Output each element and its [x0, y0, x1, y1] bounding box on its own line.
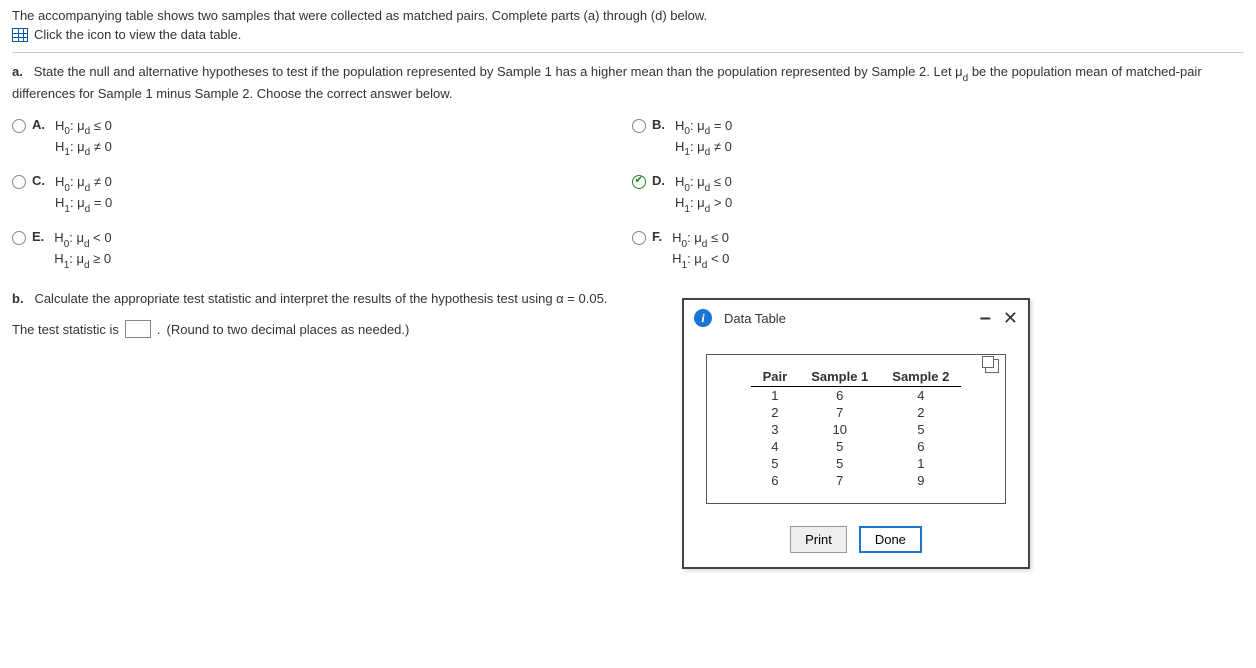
choice-c-h1: H1: μd = 0: [55, 194, 112, 215]
choice-d-letter: D.: [652, 173, 665, 188]
part-a-label: a.: [12, 64, 23, 79]
choice-c-letter: C.: [32, 173, 45, 188]
choice-e-letter: E.: [32, 229, 44, 244]
data-frame: Pair Sample 1 Sample 2 1 6 4 2 7 2: [706, 354, 1006, 504]
table-icon: [12, 28, 28, 42]
print-button[interactable]: Print: [790, 526, 847, 553]
choice-c-h0: H0: μd ≠ 0: [55, 173, 112, 194]
dialog-title: Data Table: [724, 311, 980, 326]
test-statistic-line: The test statistic is . (Round to two de…: [12, 320, 1244, 338]
col-pair: Pair: [751, 367, 800, 387]
table-row: 1 6 4: [751, 387, 962, 405]
choice-d-h1: H1: μd > 0: [675, 194, 732, 215]
data-table-dialog: i Data Table – ✕ Pair Sample 1 Sample 2 …: [682, 298, 1030, 569]
table-row: 5 5 1: [751, 455, 962, 472]
dialog-header: i Data Table – ✕: [684, 300, 1028, 336]
test-statistic-input[interactable]: [125, 320, 151, 338]
choice-e-h1: H1: μd ≥ 0: [54, 250, 111, 271]
choice-d[interactable]: D. H0: μd ≤ 0 H1: μd > 0: [632, 173, 1152, 215]
choice-b-h0: H0: μd = 0: [675, 117, 732, 138]
data-table: Pair Sample 1 Sample 2 1 6 4 2 7 2: [751, 367, 962, 489]
part-b-label: b.: [12, 291, 24, 306]
choice-a[interactable]: A. H0: μd ≤ 0 H1: μd ≠ 0: [12, 117, 632, 159]
minimize-icon[interactable]: –: [980, 308, 991, 328]
choice-a-h0: H0: μd ≤ 0: [55, 117, 112, 138]
choice-f-h0: H0: μd ≤ 0: [672, 229, 729, 250]
choice-f-h1: H1: μd < 0: [672, 250, 729, 271]
choice-d-h0: H0: μd ≤ 0: [675, 173, 732, 194]
choice-c[interactable]: C. H0: μd ≠ 0 H1: μd = 0: [12, 173, 632, 215]
choice-b-h1: H1: μd ≠ 0: [675, 138, 732, 159]
dialog-body: Pair Sample 1 Sample 2 1 6 4 2 7 2: [684, 336, 1028, 514]
info-icon: i: [694, 309, 712, 327]
rounding-hint: (Round to two decimal places as needed.): [167, 322, 410, 337]
divider: [12, 52, 1244, 53]
col-sample1: Sample 1: [799, 367, 880, 387]
part-b-text: Calculate the appropriate test statistic…: [34, 291, 607, 306]
dialog-footer: Print Done: [684, 514, 1028, 567]
radio-b[interactable]: [632, 119, 646, 133]
radio-a[interactable]: [12, 119, 26, 133]
table-row: 4 5 6: [751, 438, 962, 455]
copy-icon[interactable]: [985, 359, 999, 373]
part-b-prompt: b. Calculate the appropriate test statis…: [12, 291, 1244, 306]
choice-a-h1: H1: μd ≠ 0: [55, 138, 112, 159]
close-icon[interactable]: ✕: [1003, 309, 1018, 327]
test-statistic-prefix: The test statistic is: [12, 322, 119, 337]
choice-a-letter: A.: [32, 117, 45, 132]
test-statistic-suffix: .: [157, 322, 161, 337]
radio-d[interactable]: [632, 175, 646, 189]
view-data-table-link[interactable]: Click the icon to view the data table.: [12, 27, 1244, 42]
choice-f-letter: F.: [652, 229, 662, 244]
radio-e[interactable]: [12, 231, 26, 245]
table-row: 6 7 9: [751, 472, 962, 489]
choice-e[interactable]: E. H0: μd < 0 H1: μd ≥ 0: [12, 229, 632, 271]
choice-e-h0: H0: μd < 0: [54, 229, 111, 250]
table-row: 3 10 5: [751, 421, 962, 438]
choice-b[interactable]: B. H0: μd = 0 H1: μd ≠ 0: [632, 117, 1152, 159]
part-a-prompt: a. State the null and alternative hypoth…: [12, 63, 1244, 103]
table-row: 2 7 2: [751, 404, 962, 421]
choice-f[interactable]: F. H0: μd ≤ 0 H1: μd < 0: [632, 229, 1152, 271]
radio-c[interactable]: [12, 175, 26, 189]
done-button[interactable]: Done: [859, 526, 922, 553]
problem-intro: The accompanying table shows two samples…: [12, 8, 1244, 23]
choice-grid: A. H0: μd ≤ 0 H1: μd ≠ 0 B. H0: μd = 0 H…: [12, 117, 1244, 272]
radio-f[interactable]: [632, 231, 646, 245]
view-data-table-text: Click the icon to view the data table.: [34, 27, 241, 42]
part-a-text: State the null and alternative hypothese…: [12, 64, 1202, 101]
col-sample2: Sample 2: [880, 367, 961, 387]
choice-b-letter: B.: [652, 117, 665, 132]
